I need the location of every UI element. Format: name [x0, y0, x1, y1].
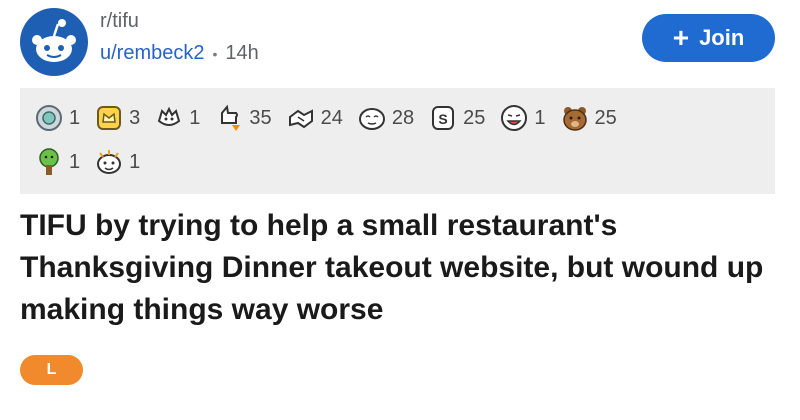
award-count: 35 — [249, 106, 272, 129]
plus-icon: + — [672, 22, 690, 53]
awards-bar[interactable]: 1 3 1 35 24 28 S 25 1 25 1 1 — [20, 88, 775, 194]
award-count: 1 — [189, 106, 201, 129]
award-item[interactable]: 25 — [560, 103, 617, 133]
handshake-icon — [288, 109, 313, 129]
awards-row: 1 3 1 35 24 28 S 25 1 25 — [34, 96, 761, 140]
award-count: 25 — [463, 106, 486, 129]
award-item[interactable]: 1 — [34, 147, 80, 177]
post-flair[interactable]: L — [20, 355, 83, 385]
join-label: Join — [699, 25, 745, 50]
award-count: 25 — [594, 106, 617, 129]
snoo-cheer-icon — [97, 150, 122, 174]
award-item[interactable]: 1 — [34, 103, 80, 133]
facepalm-face-icon — [358, 108, 385, 130]
award-item[interactable]: S 25 — [428, 103, 485, 133]
awards-row: 1 1 — [34, 140, 761, 184]
rocket-like-icon — [221, 104, 241, 131]
subreddit-avatar[interactable] — [20, 8, 88, 76]
laughing-face-icon — [501, 105, 528, 131]
svg-text:S: S — [438, 111, 447, 127]
join-button[interactable]: + Join — [642, 14, 775, 62]
award-item[interactable]: 3 — [94, 103, 140, 133]
post-meta: u/rembeck2 • 14h — [100, 42, 259, 65]
award-count: 1 — [69, 106, 81, 129]
gold-crown-icon — [97, 106, 122, 130]
award-item[interactable]: 1 — [94, 147, 140, 177]
silver-medal-icon — [36, 105, 62, 131]
award-count: 1 — [69, 150, 81, 173]
snoo-icon — [32, 19, 76, 62]
bear-icon — [562, 107, 587, 131]
award-item[interactable]: 24 — [286, 103, 343, 133]
award-count: 1 — [534, 106, 546, 129]
subreddit-name[interactable]: r/tifu — [100, 10, 139, 33]
tree-icon — [39, 148, 59, 175]
post-age: 14h — [225, 42, 259, 64]
award-item[interactable]: 1 — [499, 103, 546, 133]
wholesome-hand-icon — [158, 106, 181, 126]
meta-separator: • — [212, 45, 218, 62]
award-count: 1 — [129, 150, 141, 173]
award-item[interactable]: 28 — [357, 103, 414, 133]
award-count: 24 — [320, 106, 343, 129]
s-coin-icon: S — [432, 106, 455, 130]
award-count: 28 — [391, 106, 415, 129]
post-title[interactable]: TIFU by trying to help a small restauran… — [20, 205, 780, 331]
award-item[interactable]: 1 — [154, 103, 200, 133]
award-count: 3 — [129, 106, 141, 129]
author-link[interactable]: u/rembeck2 — [100, 42, 205, 65]
award-item[interactable]: 35 — [214, 103, 272, 133]
